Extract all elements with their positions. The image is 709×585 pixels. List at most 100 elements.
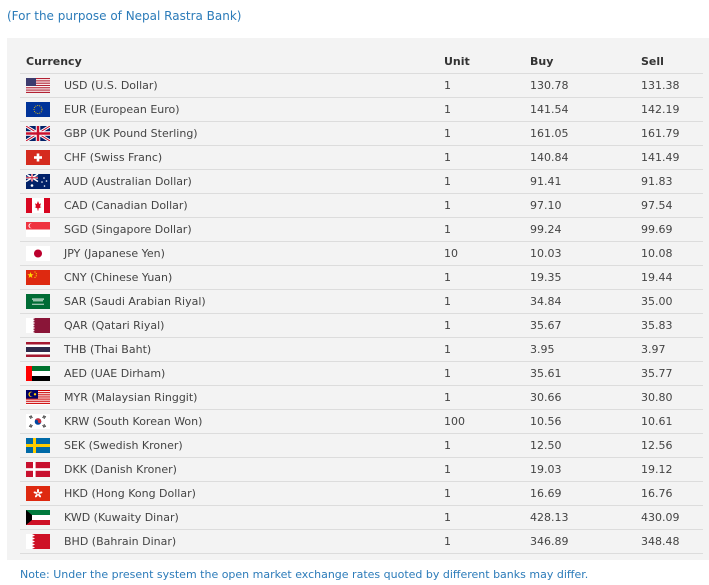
table-header-row: Currency Unit Buy Sell: [20, 50, 703, 74]
buy-header: Buy: [530, 55, 554, 68]
buy-cell: 12.50: [530, 433, 641, 458]
bh-flag-icon: [26, 534, 50, 549]
currency-name: BHD (Bahrain Dinar): [64, 535, 177, 548]
sell-cell: 35.77: [641, 361, 703, 386]
au-flag-icon: [26, 174, 50, 189]
unit-cell: 1: [444, 193, 530, 218]
th-flag-icon: [26, 342, 50, 357]
currency-name: JPY (Japanese Yen): [64, 247, 165, 260]
se-flag-icon: [26, 438, 50, 453]
kr-flag-icon: [26, 414, 50, 429]
buy-cell: 10.56: [530, 409, 641, 434]
table-row: DKK (Danish Kroner) 1 19.03 19.12: [20, 457, 703, 482]
hk-flag-icon: [26, 486, 50, 501]
sell-cell: 12.56: [641, 433, 703, 458]
sell-cell: 35.83: [641, 313, 703, 338]
unit-cell: 10: [444, 241, 530, 266]
eu-flag-icon: [26, 102, 50, 117]
unit-cell: 1: [444, 361, 530, 386]
currency-name: MYR (Malaysian Ringgit): [64, 391, 198, 404]
buy-cell: 428.13: [530, 505, 641, 530]
buy-cell: 19.35: [530, 265, 641, 290]
unit-cell: 1: [444, 337, 530, 362]
table-row: CHF (Swiss Franc) 1 140.84 141.49: [20, 145, 703, 170]
buy-cell: 141.54: [530, 97, 641, 122]
table-row: SAR (Saudi Arabian Riyal) 1 34.84 35.00: [20, 289, 703, 314]
buy-cell: 35.67: [530, 313, 641, 338]
ae-flag-icon: [26, 366, 50, 381]
sell-cell: 10.61: [641, 409, 703, 434]
sell-cell: 97.54: [641, 193, 703, 218]
buy-cell: 97.10: [530, 193, 641, 218]
sell-cell: 430.09: [641, 505, 703, 530]
sell-cell: 99.69: [641, 217, 703, 242]
disclaimer-note: Note: Under the present system the open …: [20, 568, 589, 581]
unit-cell: 1: [444, 217, 530, 242]
page-subtitle: (For the purpose of Nepal Rastra Bank): [7, 9, 242, 23]
buy-cell: 91.41: [530, 169, 641, 194]
currency-name: SEK (Swedish Kroner): [64, 439, 183, 452]
table-row: BHD (Bahrain Dinar) 1 346.89 348.48: [20, 529, 703, 554]
currency-name: KRW (South Korean Won): [64, 415, 203, 428]
table-row: SGD (Singapore Dollar) 1 99.24 99.69: [20, 217, 703, 242]
unit-cell: 1: [444, 457, 530, 482]
sell-cell: 19.44: [641, 265, 703, 290]
buy-cell: 16.69: [530, 481, 641, 506]
table-row: MYR (Malaysian Ringgit) 1 30.66 30.80: [20, 385, 703, 410]
qa-flag-icon: [26, 318, 50, 333]
table-row: JPY (Japanese Yen) 10 10.03 10.08: [20, 241, 703, 266]
cn-flag-icon: [26, 270, 50, 285]
unit-cell: 1: [444, 145, 530, 170]
currency-name: DKK (Danish Kroner): [64, 463, 177, 476]
buy-cell: 30.66: [530, 385, 641, 410]
unit-cell: 1: [444, 97, 530, 122]
sell-cell: 91.83: [641, 169, 703, 194]
table-row: CNY (Chinese Yuan) 1 19.35 19.44: [20, 265, 703, 290]
ch-flag-icon: [26, 150, 50, 165]
exchange-rate-panel: Currency Unit Buy Sell USD (U.S. Dollar)…: [7, 38, 709, 560]
unit-cell: 1: [444, 481, 530, 506]
ca-flag-icon: [26, 198, 50, 213]
table-row: SEK (Swedish Kroner) 1 12.50 12.56: [20, 433, 703, 458]
currency-name: CNY (Chinese Yuan): [64, 271, 173, 284]
unit-cell: 1: [444, 313, 530, 338]
currency-name: EUR (European Euro): [64, 103, 180, 116]
table-row: EUR (European Euro) 1 141.54 142.19: [20, 97, 703, 122]
sell-cell: 142.19: [641, 97, 703, 122]
currency-name: SAR (Saudi Arabian Riyal): [64, 295, 206, 308]
unit-cell: 1: [444, 289, 530, 314]
buy-cell: 161.05: [530, 121, 641, 146]
table-row: USD (U.S. Dollar) 1 130.78 131.38: [20, 73, 703, 98]
unit-cell: 1: [444, 121, 530, 146]
sell-cell: 10.08: [641, 241, 703, 266]
buy-cell: 130.78: [530, 73, 641, 98]
currency-name: QAR (Qatari Riyal): [64, 319, 165, 332]
currency-name: CAD (Canadian Dollar): [64, 199, 188, 212]
table-row: CAD (Canadian Dollar) 1 97.10 97.54: [20, 193, 703, 218]
table-row: QAR (Qatari Riyal) 1 35.67 35.83: [20, 313, 703, 338]
sell-header: Sell: [641, 55, 664, 68]
currency-name: THB (Thai Baht): [64, 343, 152, 356]
unit-header: Unit: [444, 55, 470, 68]
table-row: HKD (Hong Kong Dollar) 1 16.69 16.76: [20, 481, 703, 506]
table-row: THB (Thai Baht) 1 3.95 3.97: [20, 337, 703, 362]
sell-cell: 141.49: [641, 145, 703, 170]
sell-cell: 348.48: [641, 529, 703, 554]
currency-name: AED (UAE Dirham): [64, 367, 166, 380]
currency-header: Currency: [26, 55, 82, 68]
dk-flag-icon: [26, 462, 50, 477]
unit-cell: 1: [444, 169, 530, 194]
sell-cell: 19.12: [641, 457, 703, 482]
exchange-rate-table: Currency Unit Buy Sell USD (U.S. Dollar)…: [20, 50, 703, 554]
buy-cell: 140.84: [530, 145, 641, 170]
sell-cell: 161.79: [641, 121, 703, 146]
my-flag-icon: [26, 390, 50, 405]
buy-cell: 99.24: [530, 217, 641, 242]
unit-cell: 1: [444, 385, 530, 410]
currency-name: HKD (Hong Kong Dollar): [64, 487, 196, 500]
currency-name: CHF (Swiss Franc): [64, 151, 163, 164]
sa-flag-icon: [26, 294, 50, 309]
currency-name: KWD (Kuwaity Dinar): [64, 511, 179, 524]
unit-cell: 100: [444, 409, 530, 434]
unit-cell: 1: [444, 529, 530, 554]
